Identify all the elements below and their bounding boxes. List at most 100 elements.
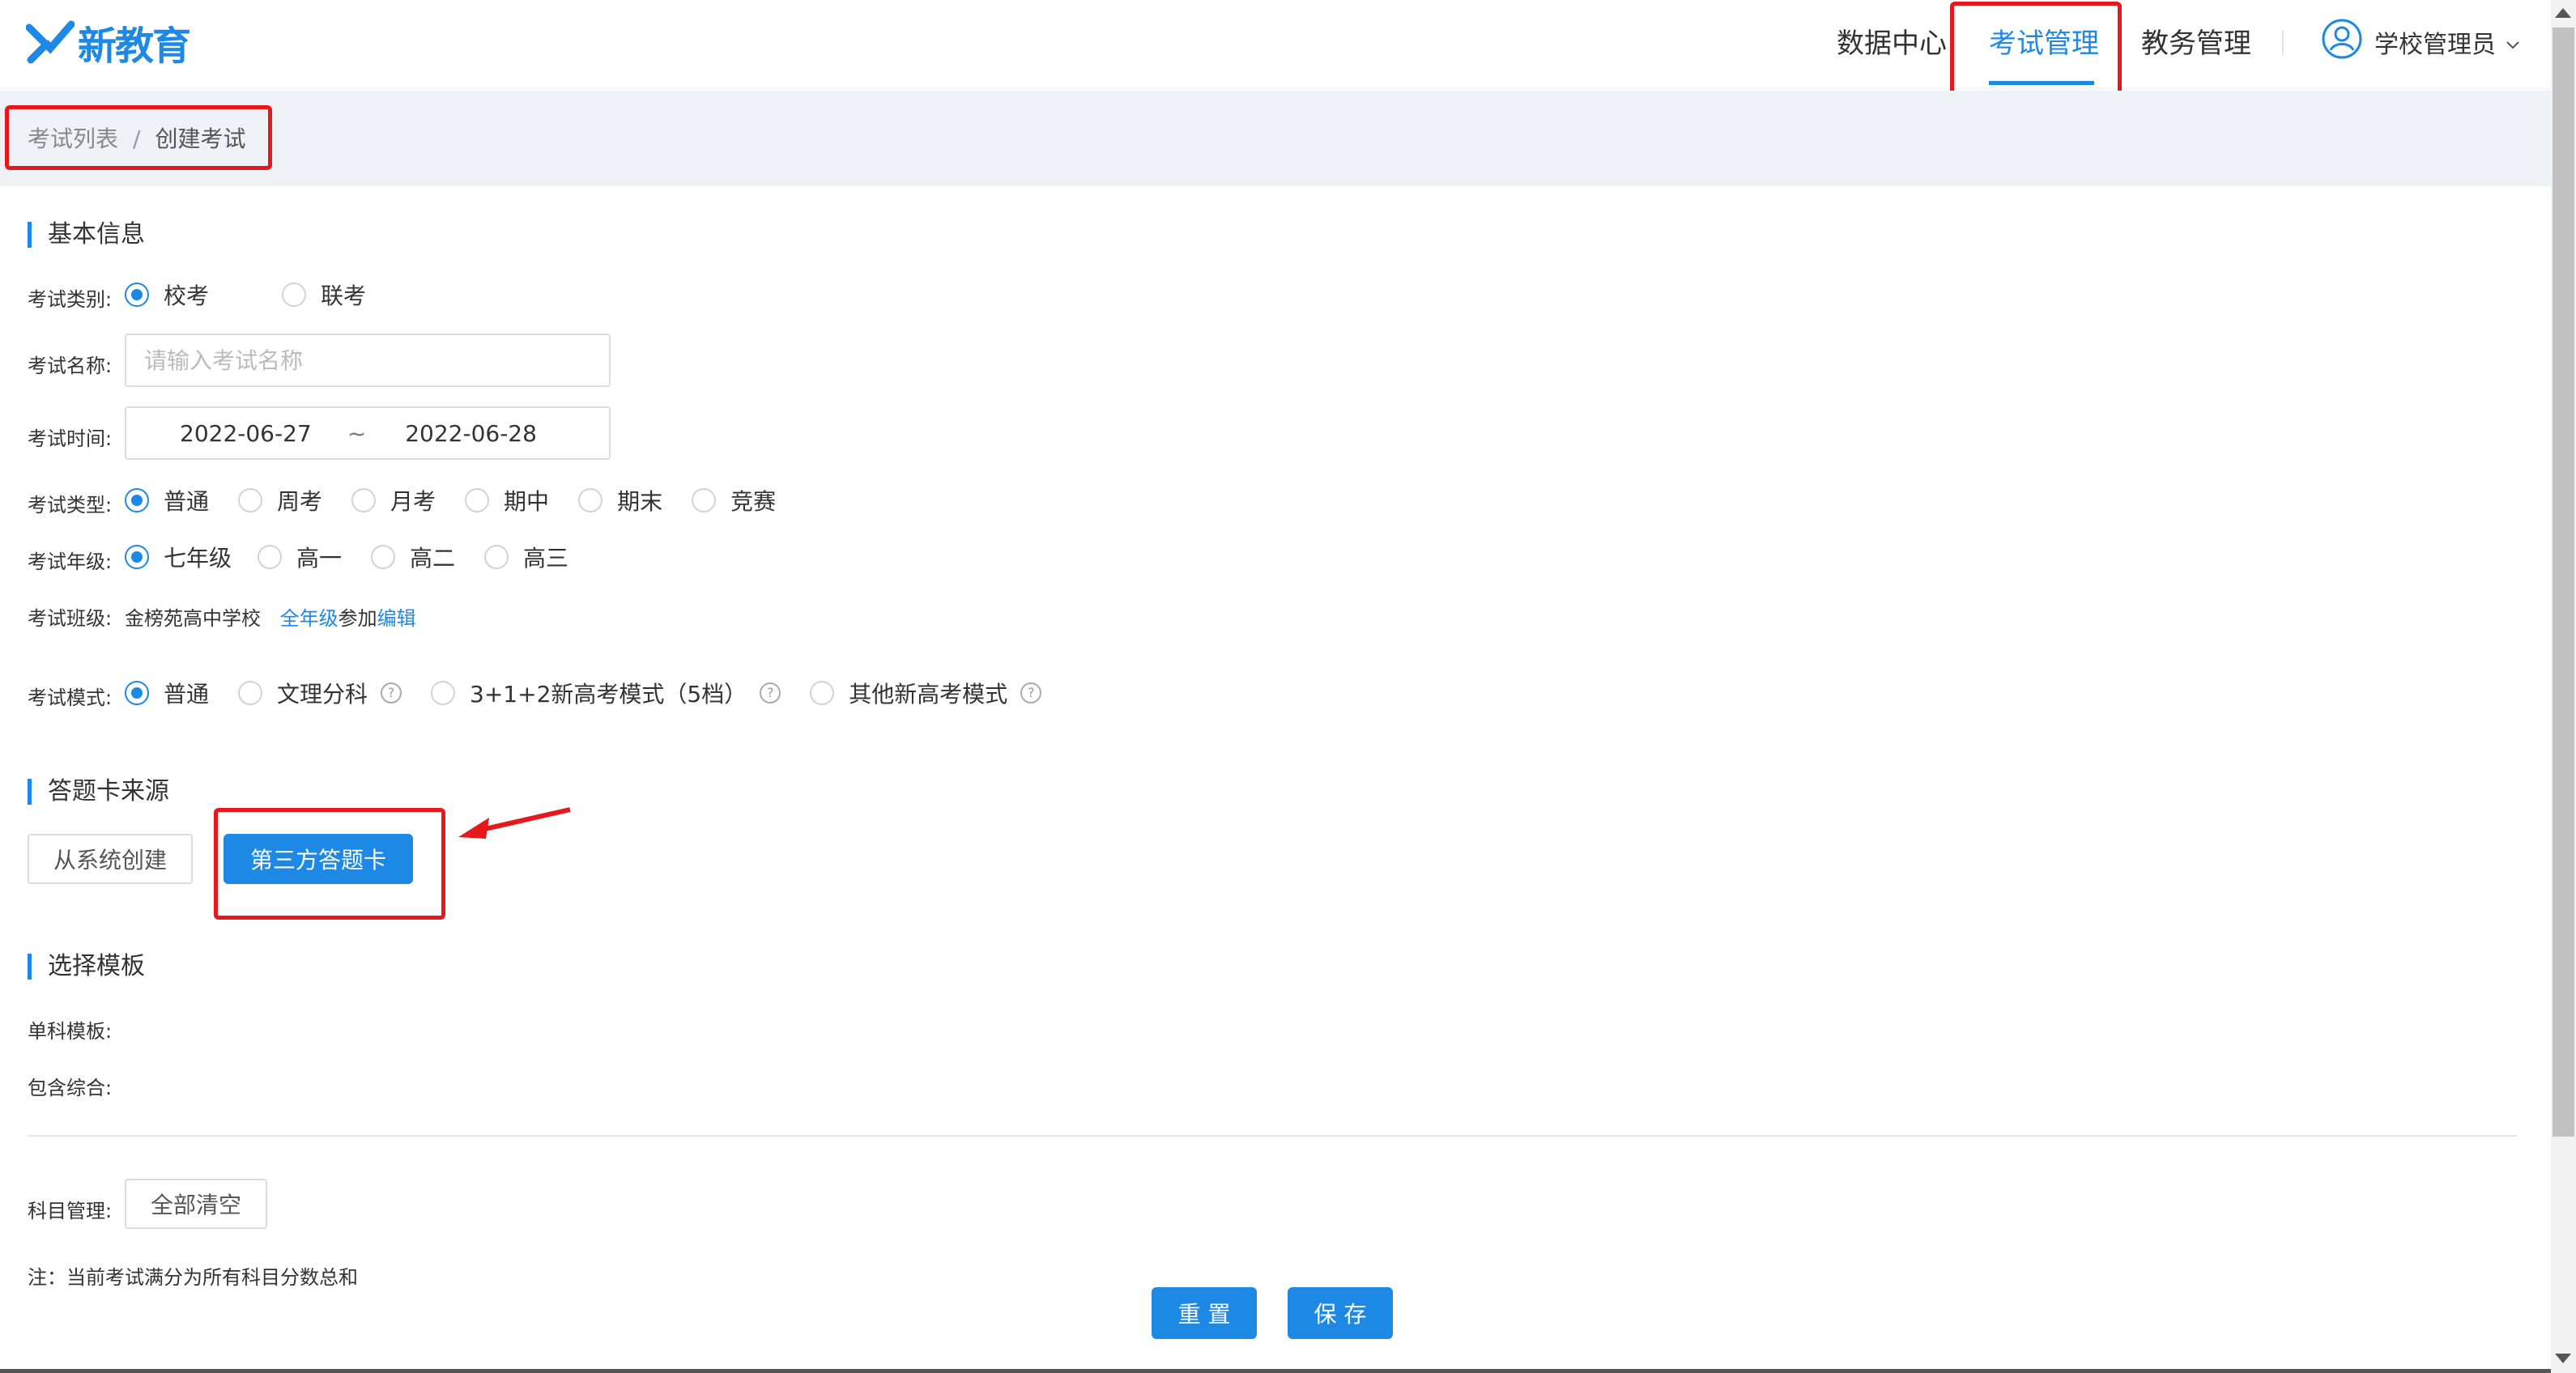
radio-type-normal[interactable]: 普通 <box>125 484 209 516</box>
radio-joint-exam[interactable]: 联考 <box>282 278 366 311</box>
radio-checked-icon <box>125 545 149 569</box>
radio-label: 3+1+2新高考模式（5档） <box>470 681 747 708</box>
logo-text: 新教育 <box>78 23 191 69</box>
radio-label: 联考 <box>321 283 367 309</box>
radio-label: 月考 <box>390 488 436 515</box>
radio-checked-icon <box>125 283 149 307</box>
radio-label: 竞赛 <box>730 488 777 515</box>
highlight-box-nav <box>1950 2 2122 99</box>
exam-name-input[interactable] <box>125 334 611 387</box>
create-from-system-button[interactable]: 从系统创建 <box>28 834 193 884</box>
radio-label: 高三 <box>523 545 569 572</box>
user-avatar-icon <box>2321 18 2374 66</box>
radio-checked-icon <box>125 488 149 512</box>
radio-label: 期中 <box>504 488 550 515</box>
radio-label: 高一 <box>296 545 343 572</box>
breadcrumb-bar <box>0 91 2551 186</box>
radio-unchecked-icon <box>258 545 283 569</box>
help-icon[interactable]: ? <box>381 682 402 704</box>
user-menu[interactable]: 学校管理员 <box>2321 18 2531 66</box>
subject-management-label: 科目管理: <box>28 1200 113 1222</box>
radio-unchecked-icon <box>431 681 456 705</box>
highlight-box-third-party <box>214 808 445 920</box>
section-basic-info: 基本信息 <box>28 222 145 248</box>
radio-unchecked-icon <box>371 545 396 569</box>
single-template-label: 单科模板: <box>28 1020 113 1043</box>
radio-grade-senior3[interactable]: 高三 <box>484 541 568 573</box>
radio-unchecked-icon <box>578 488 603 512</box>
radio-unchecked-icon <box>238 681 263 705</box>
exam-class-value: 金榜苑高中学校 全年级参加编辑 <box>125 602 416 631</box>
radio-mode-arts-science[interactable]: 文理分科? <box>238 677 402 709</box>
radio-label: 其他新高考模式 <box>849 681 1008 708</box>
radio-label: 七年级 <box>164 545 232 572</box>
clear-all-button[interactable]: 全部清空 <box>125 1179 267 1229</box>
exam-mode-label: 考试模式: <box>28 686 113 709</box>
exam-name-label: 考试名称: <box>28 355 113 377</box>
exam-grade-label: 考试年级: <box>28 550 113 573</box>
divider <box>28 1135 2517 1137</box>
radio-label: 期末 <box>617 488 663 515</box>
section-card-source: 答题卡来源 <box>28 779 169 805</box>
radio-label: 周考 <box>277 488 323 515</box>
radio-label: 文理分科 <box>277 681 368 708</box>
radio-unchecked-icon <box>810 681 835 705</box>
radio-unchecked-icon <box>692 488 717 512</box>
window-bottom-edge <box>0 1369 2551 1373</box>
radio-type-weekly[interactable]: 周考 <box>238 484 322 516</box>
nav-data-center[interactable]: 数据中心 <box>1837 21 1947 61</box>
class-scope-link[interactable]: 全年级 <box>280 607 338 630</box>
score-note: 注：当前考试满分为所有科目分数总和 <box>28 1266 358 1289</box>
radio-type-competition[interactable]: 竞赛 <box>692 484 776 516</box>
school-name: 金榜苑高中学校 <box>125 607 261 630</box>
radio-type-midterm[interactable]: 期中 <box>465 484 549 516</box>
scroll-down-arrow-icon[interactable] <box>2555 1354 2571 1363</box>
radio-school-exam[interactable]: 校考 <box>125 278 209 311</box>
highlight-box-breadcrumb <box>5 105 272 170</box>
nav-divider <box>2282 31 2284 55</box>
radio-unchecked-icon <box>351 488 377 512</box>
save-button[interactable]: 保 存 <box>1288 1287 1393 1339</box>
annotation-arrow-icon <box>453 806 575 850</box>
radio-unchecked-icon <box>282 283 307 307</box>
exam-mode-radios: 普通 文理分科? 3+1+2新高考模式（5档）? 其他新高考模式? <box>125 677 1071 709</box>
radio-grade-senior1[interactable]: 高一 <box>258 541 342 573</box>
exam-type-radios: 普通 周考 月考 期中 期末 竞赛 <box>125 484 805 516</box>
radio-type-final[interactable]: 期末 <box>578 484 662 516</box>
radio-unchecked-icon <box>238 488 263 512</box>
scroll-up-arrow-icon[interactable] <box>2555 8 2571 18</box>
radio-mode-other[interactable]: 其他新高考模式? <box>810 677 1042 709</box>
exam-grade-radios: 七年级 高一 高二 高三 <box>125 541 598 573</box>
section-template: 选择模板 <box>28 954 145 980</box>
exam-type-label: 考试类型: <box>28 494 113 516</box>
reset-button[interactable]: 重 置 <box>1152 1287 1257 1339</box>
radio-unchecked-icon <box>465 488 490 512</box>
radio-grade-7[interactable]: 七年级 <box>125 541 232 573</box>
scrollbar-thumb[interactable] <box>2553 28 2574 1137</box>
radio-unchecked-icon <box>484 545 509 569</box>
class-edit-link[interactable]: 编辑 <box>377 607 416 630</box>
exam-date-range[interactable]: 2022-06-27 ~ 2022-06-28 <box>125 406 611 460</box>
radio-mode-312[interactable]: 3+1+2新高考模式（5档）? <box>431 677 781 709</box>
logo-mark-icon <box>25 18 75 66</box>
combo-template-label: 包含综合: <box>28 1077 113 1099</box>
radio-type-monthly[interactable]: 月考 <box>351 484 436 516</box>
exam-time-label: 考试时间: <box>28 427 113 450</box>
radio-checked-icon <box>125 681 149 705</box>
help-icon[interactable]: ? <box>1020 682 1042 704</box>
radio-mode-normal[interactable]: 普通 <box>125 677 209 709</box>
radio-grade-senior2[interactable]: 高二 <box>371 541 455 573</box>
date-start[interactable]: 2022-06-27 <box>180 420 312 447</box>
radio-label: 校考 <box>164 283 210 309</box>
help-icon[interactable]: ? <box>760 682 781 704</box>
date-separator: ~ <box>347 419 367 447</box>
class-join-text: 参加 <box>338 607 377 630</box>
exam-class-label: 考试班级: <box>28 607 113 630</box>
date-end[interactable]: 2022-06-28 <box>405 420 537 447</box>
exam-category-radios: 校考 联考 <box>125 278 395 311</box>
user-name: 学校管理员 <box>2374 31 2496 59</box>
exam-category-label: 考试类别: <box>28 288 113 311</box>
logo[interactable]: 新教育 <box>25 16 191 69</box>
nav-academic-affairs[interactable]: 教务管理 <box>2141 21 2251 61</box>
radio-label: 高二 <box>410 545 456 572</box>
